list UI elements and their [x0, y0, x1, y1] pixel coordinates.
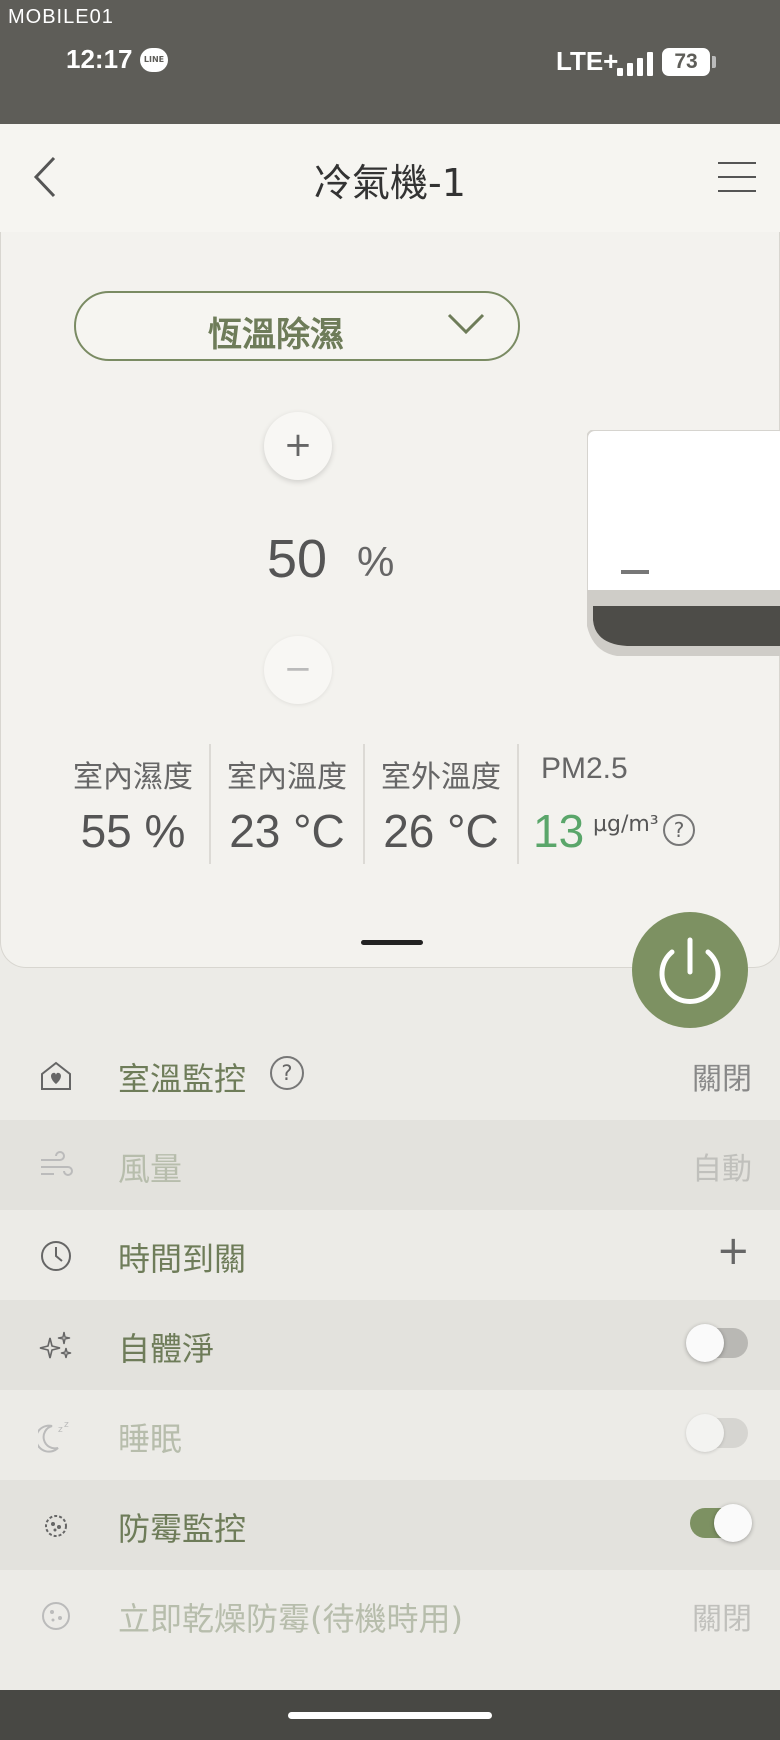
toggle-knob	[686, 1324, 724, 1362]
network-type: LTE+	[556, 46, 619, 76]
row-label: 立即乾燥防霉(待機時用)	[118, 1600, 463, 1638]
stat-label: 室內濕度	[73, 760, 193, 795]
stat-indoor-temp: 室內溫度 23 °C	[211, 752, 363, 858]
app-header: 冷氣機-1	[0, 124, 780, 232]
svg-text:z: z	[58, 1425, 63, 1435]
row-label: 時間到關	[118, 1240, 247, 1278]
toggle-knob	[714, 1504, 752, 1542]
row-timer-off[interactable]: 時間到關 +	[0, 1210, 780, 1300]
battery-icon: 73	[662, 48, 710, 76]
air-conditioner-illustration	[587, 430, 780, 656]
stat-value: 23 °C	[229, 805, 345, 857]
add-timer-button[interactable]: +	[716, 1228, 750, 1274]
stat-label: 室外溫度	[381, 760, 501, 795]
row-sleep[interactable]: z z 睡眠	[0, 1390, 780, 1480]
stat-value: 26 °C	[383, 805, 499, 857]
page-title: 冷氣機-1	[314, 161, 466, 205]
row-value: 關閉	[692, 1062, 752, 1097]
row-room-temp-monitor[interactable]: 室溫監控 ? 關閉	[0, 1030, 780, 1120]
moon-icon: z z	[38, 1420, 69, 1453]
hamburger-icon	[718, 162, 756, 164]
humidity-setpoint: 50	[267, 529, 328, 589]
self-clean-toggle[interactable]	[686, 1324, 748, 1362]
panel-drag-handle[interactable]	[361, 940, 423, 945]
setpoint-unit: %	[357, 538, 395, 585]
sleep-toggle[interactable]	[686, 1414, 748, 1452]
menu-button[interactable]	[718, 160, 758, 194]
control-panel: 恆溫除濕 + 50 % − 室內濕度 55 % 室內溫度 23 °C 室外溫度 …	[0, 232, 780, 968]
row-value: 關閉	[692, 1602, 752, 1637]
stat-outdoor-temp: 室外溫度 26 °C	[365, 752, 517, 858]
line-app-icon: LINE	[140, 48, 168, 72]
svg-text:z: z	[64, 1420, 69, 1430]
row-fan-speed[interactable]: 風量 自動	[0, 1120, 780, 1210]
signal-icon	[617, 52, 655, 76]
stat-indoor-humidity: 室內濕度 55 %	[57, 752, 209, 858]
stat-divider	[517, 744, 519, 864]
pm25-help-icon[interactable]: ?	[663, 814, 695, 846]
help-icon[interactable]: ?	[270, 1056, 304, 1090]
clock-icon	[41, 1241, 71, 1271]
mold-monitor-toggle[interactable]	[690, 1504, 752, 1542]
row-label: 睡眠	[118, 1420, 183, 1458]
battery-nub	[712, 56, 716, 68]
row-label: 自體淨	[118, 1330, 215, 1368]
home-indicator[interactable]	[288, 1712, 492, 1719]
row-label: 室溫監控	[118, 1060, 247, 1098]
row-value: 自動	[692, 1152, 752, 1187]
stat-label: 室內溫度	[227, 760, 347, 795]
decrease-button[interactable]: −	[264, 636, 332, 704]
toggle-knob	[686, 1414, 724, 1452]
mode-dropdown[interactable]: 恆溫除濕	[74, 291, 520, 361]
stat-pm25: PM2.5	[525, 752, 675, 786]
power-icon	[659, 937, 721, 1004]
status-time: 12:17	[66, 44, 133, 74]
row-label: 風量	[118, 1150, 183, 1188]
row-label: 防霉監控	[118, 1510, 247, 1548]
row-self-clean[interactable]: 自體淨	[0, 1300, 780, 1390]
wind-icon	[41, 1151, 73, 1176]
mode-label: 恆溫除濕	[208, 315, 344, 355]
pm25-value: 13	[533, 805, 585, 857]
watermark: MOBILE01	[8, 6, 114, 28]
row-mold-monitor[interactable]: 防霉監控	[0, 1480, 780, 1570]
stat-label: PM2.5	[541, 752, 628, 785]
sparkle-icon	[39, 1331, 72, 1359]
dry-mold-icon	[42, 1602, 70, 1630]
row-instant-dry[interactable]: 立即乾燥防霉(待機時用) 關閉	[0, 1570, 780, 1660]
house-heart-icon	[41, 1061, 71, 1090]
chevron-down-icon	[447, 313, 485, 335]
mold-icon	[45, 1515, 67, 1537]
increase-button[interactable]: +	[264, 412, 332, 480]
power-button[interactable]	[632, 912, 748, 1028]
status-bar: MOBILE01 12:17 LINE LTE+ 73	[0, 0, 780, 124]
stat-value: 55 %	[80, 805, 186, 857]
pm25-unit: µg/m³	[593, 812, 659, 837]
